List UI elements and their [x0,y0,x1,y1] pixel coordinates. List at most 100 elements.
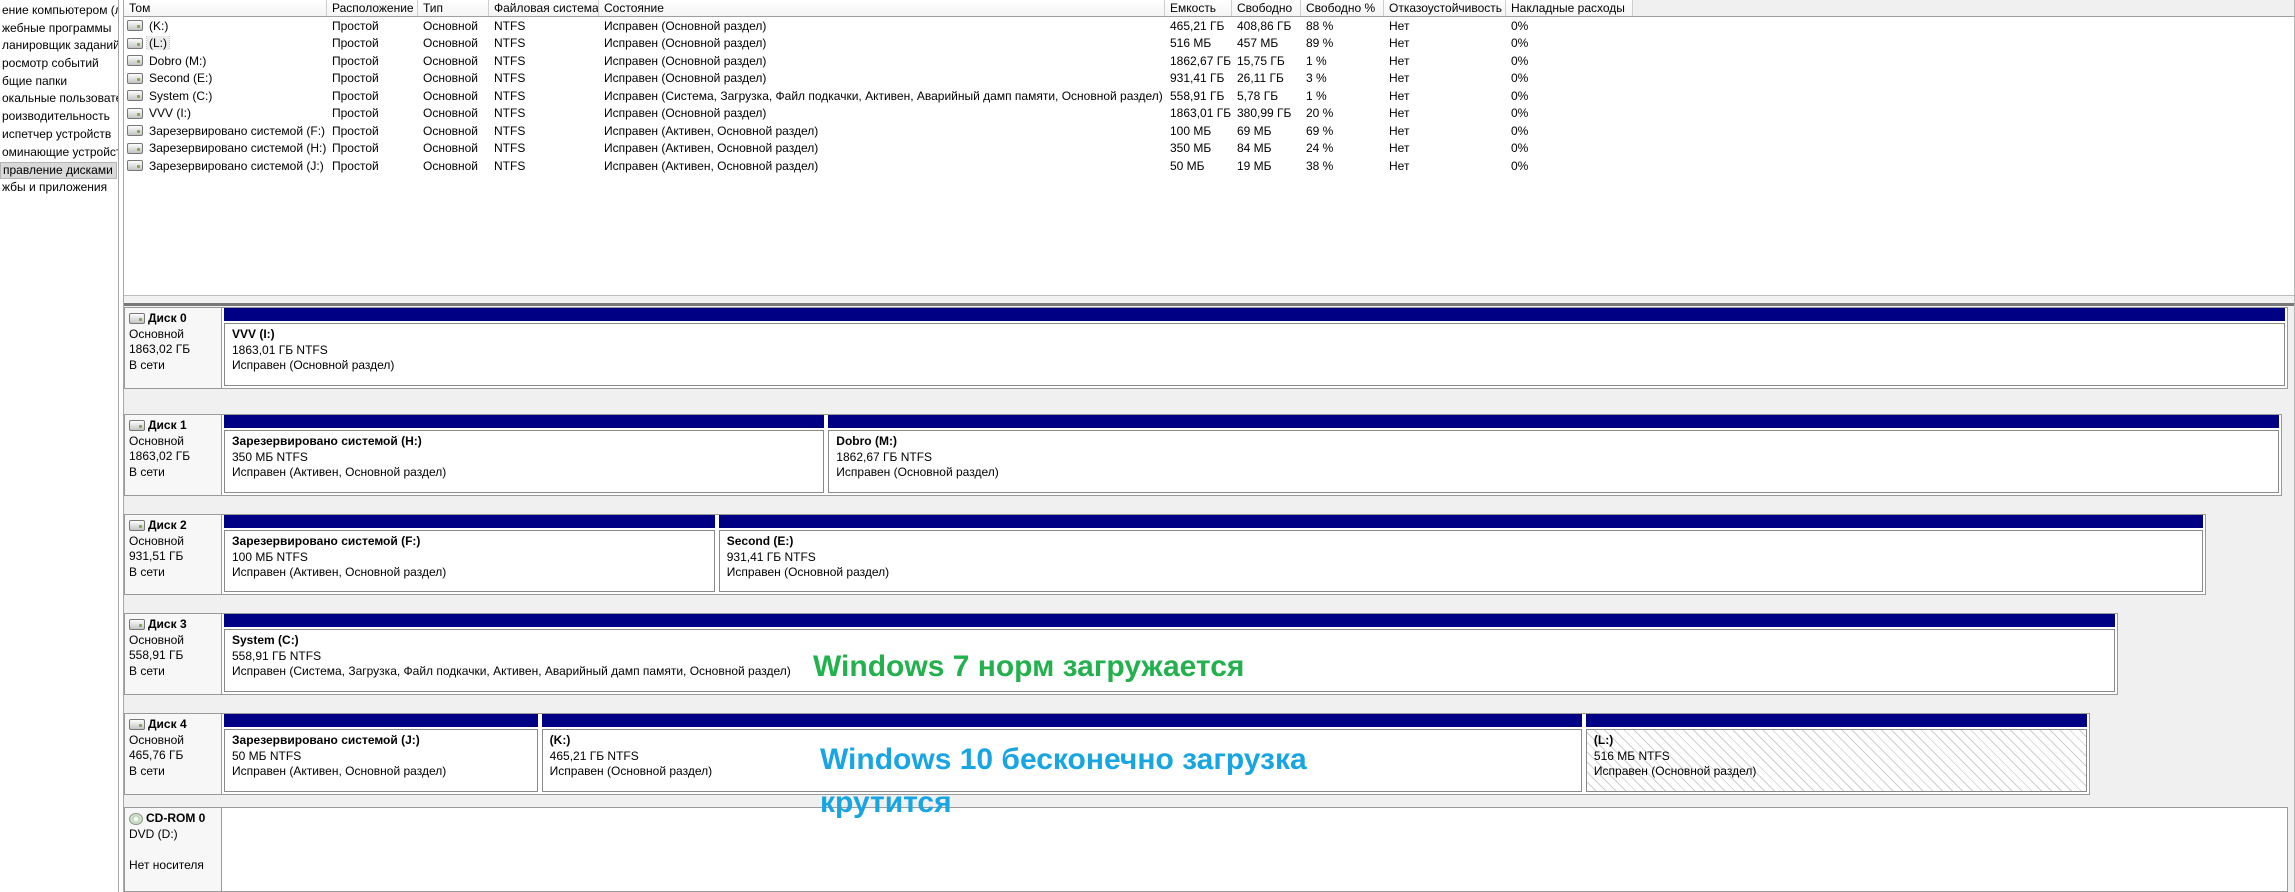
volume-cell-free: 69 МБ [1237,123,1272,138]
sidebar-item-4[interactable]: бщие папки [0,73,118,91]
volume-row-1[interactable]: (L:) Простой Основной NTFS Исправен (Основно… [124,35,2294,53]
volume-cell-free: 408,86 ГБ [1237,18,1292,33]
volume-cell-overhead: 0% [1511,88,1529,103]
sidebar-item-3[interactable]: росмотр событий [0,55,118,73]
column-header-9[interactable]: Накладные расходы [1506,0,1633,16]
partition-1-1[interactable]: Dobro (M:) 1862,67 ГБ NTFS Исправен (Основ… [828,415,2279,493]
disk-size: 1863,02 ГБ [129,342,191,356]
volume-cell-free_pct: 38 % [1306,158,1334,173]
volume-label: Зарезервировано системой (H:) [149,141,327,156]
volume-row-5[interactable]: VVV (I:) Простой Основной NTFS Исправен (Осн… [124,105,2294,123]
partition-type-strip [1585,714,2087,727]
volume-cell-capacity: 516 МБ [1170,36,1212,51]
volume-cell-fault_tolerance: Нет [1389,71,1410,86]
sidebar: ение компьютером (л жебные программы ланир… [0,0,118,892]
sidebar-item-10[interactable]: жбы и приложения [0,179,118,197]
partition-1-0[interactable]: Зарезервировано системой (H:) 350 МБ NTFS… [224,415,825,493]
disk-info-panel[interactable]: Диск 2 Основной 931,51 ГБ В сети [125,515,222,594]
column-header-2[interactable]: Тип [418,0,489,16]
volume-cell-fs: NTFS [494,36,526,51]
volume-name-cell: Зарезервировано системой (F:) [124,124,327,138]
volume-cell-fs: NTFS [494,158,526,173]
volume-cell-overhead: 0% [1511,71,1529,86]
partition-4-0[interactable]: Зарезервировано системой (J:) 50 МБ NTFS И… [224,714,538,792]
disk-size: 558,91 ГБ [129,648,184,662]
volume-row-0[interactable]: (K:) Простой Основной NTFS Исправен (Основно… [124,17,2294,35]
partition-title: System (C:) [232,633,299,647]
volume-label: Dobro (M:) [149,53,207,68]
horizontal-splitter[interactable] [124,295,2294,306]
partition-status: Исправен (Основной раздел) [836,465,999,479]
volume-cell-overhead: 0% [1511,36,1529,51]
disk-name-label: Диск 0 [148,311,187,325]
drive-icon [127,72,143,84]
disk-info-panel[interactable]: CD-ROM 0 DVD (D:) Нет носителя [125,808,222,891]
partition-4-2[interactable]: (L:) 516 МБ NTFS Исправен (Основной раздел… [1585,714,2087,792]
volume-cell-fault_tolerance: Нет [1389,106,1410,121]
disk-info-panel[interactable]: Диск 0 Основной 1863,02 ГБ В сети [125,308,222,388]
volume-cell-type: Основной [423,141,479,156]
volume-name-cell: System (C:) [124,89,327,103]
partitions-area: Зарезервировано системой (H:) 350 МБ NTFS… [222,415,2281,495]
volume-cell-status: Исправен (Основной раздел) [604,71,767,86]
sidebar-item-8[interactable]: оминающие устройст [0,144,118,162]
volume-cell-type: Основной [423,123,479,138]
volume-cell-overhead: 0% [1511,18,1529,33]
column-header-0[interactable]: Том [124,0,327,16]
disk-name: Диск 0 [129,311,217,327]
volume-row-3[interactable]: Second (E:) Простой Основной NTFS Исправен (… [124,70,2294,88]
partition-status: Исправен (Активен, Основной раздел) [232,565,447,579]
column-header-5[interactable]: Емкость [1165,0,1232,16]
volume-row-8[interactable]: Зарезервировано системой (J:) Простой Осно… [124,157,2294,175]
volume-cell-capacity: 100 МБ [1170,123,1212,138]
sidebar-item-0[interactable]: ение компьютером (л [0,2,118,20]
disk-info-panel[interactable]: Диск 3 Основной 558,91 ГБ В сети [125,614,222,694]
column-header-4[interactable]: Состояние [599,0,1165,16]
volume-cell-fs: NTFS [494,71,526,86]
partition-2-0[interactable]: Зарезервировано системой (F:) 100 МБ NTFS… [224,515,715,592]
column-header-7[interactable]: Свободно % [1301,0,1384,16]
disk-name: Диск 2 [129,518,217,534]
sidebar-item-6[interactable]: роизводительность [0,108,118,126]
partition-body[interactable]: VVV (I:) 1863,01 ГБ NTFS Исправен (Основно… [224,323,2285,386]
volume-cell-fault_tolerance: Нет [1389,123,1410,138]
disk-info-panel[interactable]: Диск 1 Основной 1863,02 ГБ В сети [125,415,222,495]
disk-icon [129,313,145,325]
volume-cell-type: Основной [423,36,479,51]
volume-cell-location: Простой [332,18,379,33]
partition-body[interactable]: Зарезервировано системой (F:) 100 МБ NTFS… [224,530,715,592]
volume-cell-type: Основной [423,158,479,173]
column-header-6[interactable]: Свободно [1232,0,1301,16]
volume-cell-free: 26,11 ГБ [1237,71,1284,86]
partition-type-strip [224,714,538,727]
sidebar-item-7[interactable]: испетчер устройств [0,126,118,144]
sidebar-item-1[interactable]: жебные программы [0,20,118,38]
sidebar-item-9[interactable]: правление дисками [0,162,117,180]
volume-row-6[interactable]: Зарезервировано системой (F:) Простой Осно… [124,122,2294,140]
volume-cell-type: Основной [423,106,479,121]
disk-info-panel[interactable]: Диск 4 Основной 465,76 ГБ В сети [125,714,222,794]
partition-2-1[interactable]: Second (E:) 931,41 ГБ NTFS Исправен (Основ… [718,515,2203,592]
sidebar-item-5[interactable]: окальные пользовате [0,90,118,108]
volume-row-7[interactable]: Зарезервировано системой (H:) Простой Осно… [124,140,2294,158]
partition-body[interactable]: Dobro (M:) 1862,67 ГБ NTFS Исправен (Основ… [828,430,2279,493]
volume-row-2[interactable]: Dobro (M:) Простой Основной NTFS Исправен (О… [124,52,2294,70]
volume-row-4[interactable]: System (C:) Простой Основной NTFS Исправен (… [124,87,2294,105]
partition-body[interactable]: Second (E:) 931,41 ГБ NTFS Исправен (Основ… [718,530,2203,592]
partition-body[interactable]: Зарезервировано системой (J:) 50 МБ NTFS И… [224,729,538,792]
volume-cell-overhead: 0% [1511,141,1529,156]
partition-body[interactable]: (L:) 516 МБ NTFS Исправен (Основной раздел… [1585,729,2087,792]
partition-type-strip [718,515,2203,528]
volume-cell-type: Основной [423,53,479,68]
column-header-1[interactable]: Расположение [327,0,418,16]
partition-0-0[interactable]: VVV (I:) 1863,01 ГБ NTFS Исправен (Основно… [224,308,2285,386]
volume-label: (L:) [146,36,170,51]
partition-size: 1862,67 ГБ NTFS [836,449,933,464]
partition-body[interactable]: Зарезервировано системой (H:) 350 МБ NTFS… [224,430,825,493]
sidebar-item-2[interactable]: ланировщик заданий [0,37,118,55]
volume-cell-fs: NTFS [494,53,526,68]
volume-table-header: Том Расположение Тип Файловая система Состоя… [124,0,2294,17]
column-header-8[interactable]: Отказоустойчивость [1384,0,1506,16]
column-header-3[interactable]: Файловая система [489,0,599,16]
volume-label: VVV (I:) [149,106,192,121]
